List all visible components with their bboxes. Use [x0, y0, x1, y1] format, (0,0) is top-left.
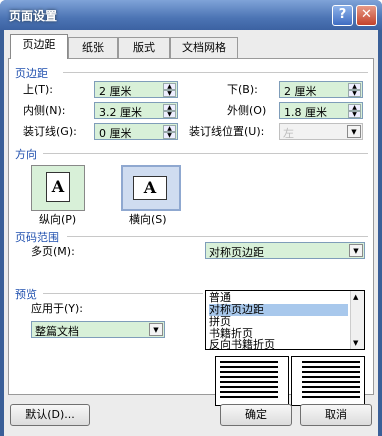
title-bar: 页面设置 ? ✕	[0, 0, 382, 30]
default-button[interactable]: 默认(D)...	[10, 404, 90, 426]
top-margin-spinner[interactable]: 2 厘米 ▲ ▼	[94, 81, 178, 98]
gutter-spinner[interactable]: 0 厘米 ▲ ▼	[94, 123, 178, 140]
spin-down-icon[interactable]: ▼	[348, 90, 361, 97]
preview-section-title: 预览	[15, 288, 37, 301]
gutter-position-value: 左	[283, 127, 294, 140]
top-margin-label: 上(T):	[23, 83, 54, 96]
apply-to-select[interactable]: 整篇文档 ▼	[31, 321, 165, 338]
divider	[67, 236, 368, 237]
scroll-up-icon[interactable]: ▲	[353, 293, 358, 301]
portrait-page-icon: A	[46, 172, 70, 202]
chevron-down-icon[interactable]: ▼	[149, 323, 163, 336]
cancel-button[interactable]: 取消	[300, 404, 372, 426]
bottom-margin-spinner[interactable]: 2 厘米 ▲ ▼	[279, 81, 363, 98]
bottom-margin-label: 下(B):	[227, 83, 258, 96]
preview-right-page	[291, 356, 365, 406]
portrait-option[interactable]: A	[31, 165, 85, 211]
inside-margin-spinner[interactable]: 3.2 厘米 ▲ ▼	[94, 102, 178, 119]
multiple-pages-label: 多页(M):	[31, 245, 75, 258]
text-lines-icon	[302, 361, 360, 398]
tab-layout[interactable]: 版式	[118, 37, 170, 58]
outside-margin-value: 1.8 厘米	[284, 106, 327, 119]
multiple-pages-select[interactable]: 对称页边距 ▼	[205, 242, 365, 259]
outside-margin-label: 外侧(O)	[227, 104, 267, 117]
landscape-page-icon: A	[133, 176, 167, 200]
spin-up-icon[interactable]: ▲	[163, 83, 176, 90]
spin-up-icon[interactable]: ▲	[348, 83, 361, 90]
multiple-pages-value: 对称页边距	[209, 246, 264, 259]
dropdown-scrollbar[interactable]: ▲ ▼	[350, 291, 364, 349]
dialog-title: 页面设置	[9, 9, 58, 23]
text-lines-icon	[220, 361, 278, 398]
portrait-label: 纵向(P)	[39, 213, 77, 226]
tab-document-grid[interactable]: 文档网格	[170, 37, 238, 58]
bottom-margin-value: 2 厘米	[284, 85, 317, 98]
tab-margins[interactable]: 页边距	[10, 34, 68, 59]
spin-up-icon[interactable]: ▲	[348, 104, 361, 111]
divider	[63, 72, 368, 73]
pages-section-title: 页码范围	[15, 231, 59, 244]
chevron-down-icon[interactable]: ▼	[349, 244, 363, 257]
dropdown-option[interactable]: 反向书籍折页	[209, 339, 275, 351]
orientation-section-title: 方向	[15, 148, 37, 161]
preview-left-page	[215, 356, 289, 406]
spin-down-icon[interactable]: ▼	[163, 90, 176, 97]
margins-section-title: 页边距	[15, 67, 48, 80]
landscape-label: 横向(S)	[129, 213, 167, 226]
tab-paper[interactable]: 纸张	[68, 37, 118, 58]
divider	[43, 293, 203, 294]
spin-down-icon[interactable]: ▼	[163, 132, 176, 139]
dialog-body: 页边距 纸张 版式 文档网格 页边距 上(T): 2 厘米 ▲ ▼ 下(B): …	[4, 30, 378, 436]
inside-margin-label: 内侧(N):	[23, 104, 66, 117]
gutter-position-label: 装订线位置(U):	[189, 125, 265, 138]
help-button[interactable]: ?	[332, 5, 353, 26]
apply-to-value: 整篇文档	[35, 325, 79, 338]
landscape-option[interactable]: A	[121, 165, 181, 211]
chevron-down-icon[interactable]: ▼	[347, 125, 361, 138]
spin-down-icon[interactable]: ▼	[348, 111, 361, 118]
outside-margin-spinner[interactable]: 1.8 厘米 ▲ ▼	[279, 102, 363, 119]
gutter-position-select[interactable]: 左 ▼	[279, 123, 363, 140]
spin-up-icon[interactable]: ▲	[163, 104, 176, 111]
gutter-label: 装订线(G):	[23, 125, 77, 138]
spin-down-icon[interactable]: ▼	[163, 111, 176, 118]
page-setup-dialog: 页面设置 ? ✕ 页边距 纸张 版式 文档网格 页边距 上(T): 2 厘米 ▲…	[0, 0, 382, 436]
divider	[43, 153, 368, 154]
top-margin-value: 2 厘米	[99, 85, 132, 98]
multiple-pages-dropdown-list: 普通 对称页边距 拼页 书籍折页 反向书籍折页 ▲ ▼	[205, 290, 365, 351]
inside-margin-value: 3.2 厘米	[99, 106, 142, 119]
spin-up-icon[interactable]: ▲	[163, 125, 176, 132]
close-button[interactable]: ✕	[356, 5, 377, 26]
apply-to-label: 应用于(Y):	[31, 302, 84, 315]
ok-button[interactable]: 确定	[220, 404, 292, 426]
scroll-down-icon[interactable]: ▼	[353, 339, 358, 347]
margins-panel: 页边距 上(T): 2 厘米 ▲ ▼ 下(B): 2 厘米 ▲ ▼ 内侧(N):…	[8, 58, 374, 406]
gutter-value: 0 厘米	[99, 127, 132, 140]
